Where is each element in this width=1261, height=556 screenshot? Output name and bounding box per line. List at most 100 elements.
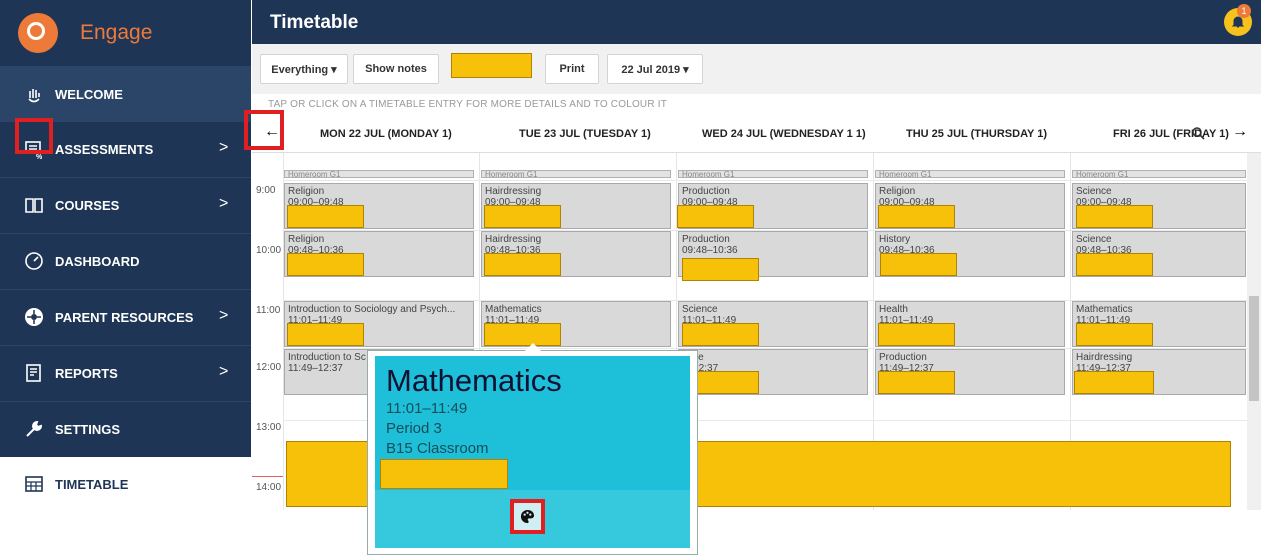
redacted-block [484,253,561,276]
print-button[interactable]: Print [545,54,599,84]
timetable-hint: TAP OR CLICK ON A TIMETABLE ENTRY FOR MO… [268,99,668,110]
next-week-button[interactable]: → [1232,123,1248,141]
sidebar-item-label: TIMETABLE [55,477,129,492]
homeroom-entry[interactable]: Homeroom G1 [284,170,474,178]
chevron-right-icon: > [219,363,229,380]
scrollbar-thumb[interactable] [1249,296,1259,401]
sidebar-item-label: PARENT RESOURCES [55,310,194,325]
show-notes-button[interactable]: Show notes [353,54,439,84]
sidebar-item-label: SETTINGS [55,422,121,437]
redacted-block [1076,323,1153,346]
popup-time: 11:01–11:49 [386,400,468,417]
book-icon [25,198,43,213]
engage-logo-icon [18,13,58,53]
calendar-grid-icon [25,476,43,492]
entry-subject: Hairdressing [485,186,542,197]
day-header-thu: THU 25 JUL (THURSDAY 1) [906,128,1047,140]
page-title: Timetable [270,12,359,33]
filter-dropdown[interactable]: Everything ▾ [260,54,348,84]
sidebar-item-label: COURSES [55,198,120,213]
wrench-icon [26,420,43,437]
time-label: 14:00 [256,482,282,493]
redacted-block [878,205,955,228]
report-icon [26,364,41,382]
entry-subject: Religion [879,186,916,197]
sidebar-item-reports[interactable]: REPORTS > [0,345,251,400]
redacted-block [287,253,364,276]
time-label: 10:00 [256,245,282,256]
entry-subject: ence [682,352,864,363]
entry-time: 09:48–10:36 [682,245,738,256]
brand-header: Engage [0,0,251,66]
sidebar-item-settings[interactable]: SETTINGS [0,401,251,456]
sidebar-item-courses[interactable]: COURSES > [0,177,251,232]
redacted-block [682,258,759,281]
chevron-right-icon: > [219,195,229,212]
entry-subject: Science [682,304,718,315]
entry-subject: Production [682,234,730,245]
popup-subject: Mathematics [386,363,562,398]
date-picker[interactable]: 22 Jul 2019 ▾ [607,54,703,84]
redacted-block [878,371,955,394]
sidebar-item-label: WELCOME [55,87,123,102]
entry-subject: Production [682,186,730,197]
zoom-icon[interactable] [1191,126,1205,140]
sidebar-item-dashboard[interactable]: DASHBOARD [0,233,251,288]
redacted-block [287,205,364,228]
entry-subject: Mathematics [1076,304,1133,315]
popup-room: B15 Classroom [386,440,489,457]
redacted-block [451,53,532,78]
entry-subject: Introduction to Sociology and Psych... [288,304,456,315]
brand-name: Engage [80,21,153,44]
homeroom-entry[interactable]: Homeroom G1 [875,170,1065,178]
entry-subject: Mathematics [485,304,542,315]
redacted-block [682,323,759,346]
palette-icon [520,509,535,524]
entry-subject: Science [1076,234,1112,245]
hand-wave-icon [28,89,40,103]
day-header-wed: WED 24 JUL (WEDNESDAY 1 1) [702,128,866,140]
entry-subject: Production [879,352,927,363]
redacted-block [484,323,561,346]
popup-period: Period 3 [386,420,442,437]
gauge-icon [25,252,43,270]
homeroom-entry[interactable]: Homeroom G1 [481,170,671,178]
colour-palette-button[interactable] [510,499,545,534]
entry-subject: Science [1076,186,1112,197]
sidebar-item-timetable[interactable]: TIMETABLE [0,457,251,510]
notification-badge: 1 [1237,4,1251,18]
homeroom-entry[interactable]: Homeroom G1 [1072,170,1246,178]
redacted-block [677,205,754,228]
sidebar-item-label: REPORTS [55,366,118,381]
sidebar-item-parent-resources[interactable]: PARENT RESOURCES > [0,289,251,344]
current-time-line [252,476,283,477]
redacted-block [1076,205,1153,228]
time-label: 9:00 [256,185,276,196]
redacted-block [880,253,957,276]
entry-subject: Hairdressing [1076,352,1133,363]
svg-text:%: % [36,154,43,159]
highlight-box [244,110,284,150]
entry-subject: Religion [288,234,325,245]
redacted-block [878,323,955,346]
toolbar: Everything ▾ Show notes Print 22 Jul 201… [252,44,1261,94]
header-divider [252,152,1261,153]
day-header-mon: MON 22 JUL (MONDAY 1) [320,128,452,140]
sidebar-item-welcome[interactable]: WELCOME [0,66,251,121]
sidebar-item-label: DASHBOARD [55,254,140,269]
entry-subject: Religion [288,186,325,197]
redacted-block [287,323,364,346]
redacted-block [484,205,561,228]
redacted-block [380,459,508,489]
day-header-fri: FRI 26 JUL (FRIDAY 1) [1113,128,1229,140]
redacted-block [1076,253,1153,276]
chevron-right-icon: > [219,307,229,324]
time-label: 13:00 [256,422,282,433]
top-bar: Timetable 1 [252,0,1261,44]
redacted-block [1074,371,1154,394]
chevron-right-icon: > [219,139,229,156]
homeroom-entry[interactable]: Homeroom G1 [678,170,868,178]
sunburst-icon [25,308,43,326]
popup-arrow [525,343,541,351]
time-label: 11:00 [256,305,281,316]
